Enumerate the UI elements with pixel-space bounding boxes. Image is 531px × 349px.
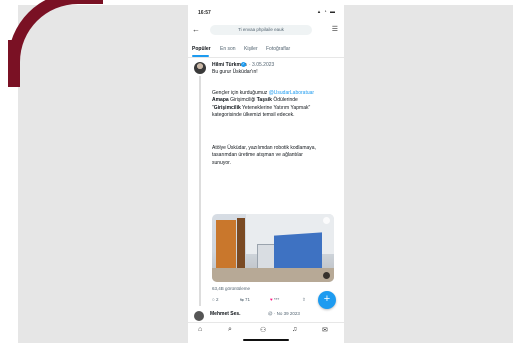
status-time: 16:57 <box>198 10 211 16</box>
communities-icon[interactable]: ⚇ <box>260 326 266 334</box>
reply-button[interactable]: ○ 2 <box>212 297 219 302</box>
share-icon: ⇧ <box>302 297 306 302</box>
avatar[interactable] <box>194 311 204 321</box>
heart-icon: ♥ <box>270 297 273 302</box>
accent-stem-decoration <box>8 40 20 78</box>
tweet-photo[interactable] <box>212 214 334 282</box>
verified-badge-icon: ✓ <box>241 62 246 67</box>
thread-line <box>199 76 201 306</box>
tweet-date: · 3.05.2023 <box>249 62 275 68</box>
retweet-icon: ⇆ <box>240 297 244 302</box>
tab-popular[interactable]: Popüler <box>192 46 211 52</box>
status-icons: ▴ ◔ ▬ <box>317 9 336 15</box>
next-tweet-handle: @ · No 39 2023 <box>268 311 300 316</box>
like-button[interactable]: ♥ *** <box>270 297 279 302</box>
reply-icon: ○ <box>212 297 215 302</box>
home-icon[interactable]: ⌂ <box>198 326 202 333</box>
view-count: 63,4B görüntüleme <box>212 286 251 291</box>
active-tab-indicator <box>192 55 209 57</box>
retweet-button[interactable]: ⇆ 71 <box>240 297 250 303</box>
media-tag-icon[interactable] <box>323 217 330 224</box>
notifications-icon[interactable]: ♫ <box>292 326 297 333</box>
next-tweet[interactable]: Mehmet Ses. @ · No 39 2023 <box>188 309 344 321</box>
tab-photos[interactable]: Fotoğraflar <box>266 46 290 52</box>
bottom-nav: ⌂ ⌕ ⚇ ♫ ✉ <box>188 322 344 343</box>
mention-link[interactable]: @UsudarLaboratuar <box>269 90 314 96</box>
media-more-icon[interactable] <box>323 272 330 279</box>
tweet-paragraph-2: Atölye Üsküdar, yazılımdan robotik kodla… <box>212 145 316 166</box>
filter-icon[interactable]: ☰ <box>332 25 338 33</box>
status-bar: 16:57 ▴ ◔ ▬ <box>188 8 344 18</box>
tab-latest[interactable]: En son <box>220 46 236 52</box>
messages-icon[interactable]: ✉ <box>322 326 328 334</box>
search-input[interactable]: Ti envaa phpilaile eauk <box>210 25 312 35</box>
tweet-first-line: Bu gurur Üsküdar'ın! <box>212 69 258 75</box>
search-row: ← Ti envaa phpilaile eauk ☰ <box>188 22 344 38</box>
tab-people[interactable]: Kişiler <box>244 46 258 52</box>
avatar[interactable] <box>194 62 206 74</box>
home-indicator <box>243 339 289 341</box>
compose-plus-icon[interactable]: + <box>318 291 336 309</box>
phone-screen: 16:57 ▴ ◔ ▬ ← Ti envaa phpilaile eauk ☰ … <box>188 5 344 343</box>
tweet-paragraph-1: Gençler için kurduğumuz @UsudarLaboratua… <box>212 90 315 118</box>
next-tweet-author[interactable]: Mehmet Ses. <box>210 311 241 317</box>
search-icon[interactable]: ⌕ <box>228 326 232 334</box>
back-arrow-icon[interactable]: ← <box>192 25 200 34</box>
tweet-actions: ○ 2 ⇆ 71 ♥ *** ⇧ <box>212 297 332 305</box>
share-button[interactable]: ⇧ <box>302 297 306 303</box>
search-tabs: Popüler En son Kişiler Fotoğraflar <box>188 43 344 58</box>
